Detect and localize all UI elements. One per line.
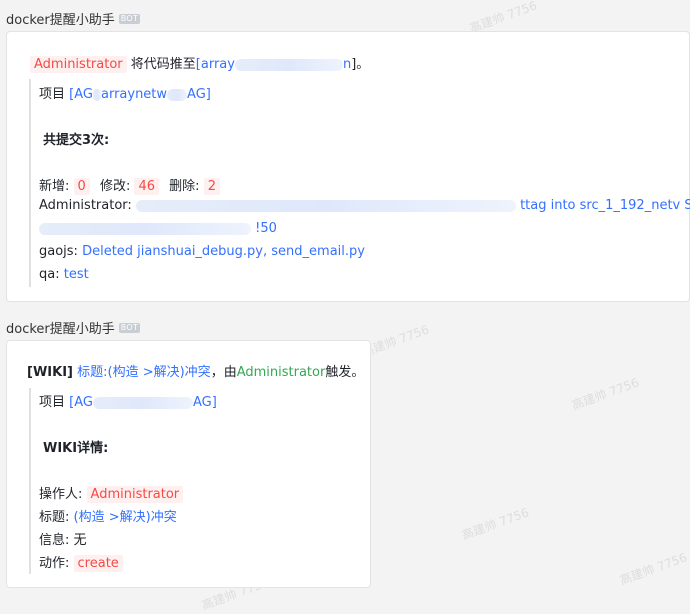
commit-row-1-cont: !50: [39, 221, 277, 236]
by-text: ，由: [210, 365, 237, 380]
title-value-link[interactable]: (构造 >解决)冲突: [74, 510, 177, 525]
actor-tag[interactable]: Administrator: [30, 56, 127, 73]
info-label: 信息:: [39, 533, 70, 548]
project-close: ]: [205, 87, 211, 102]
commit-row-3: qa: test: [39, 267, 89, 282]
repo-prefix: array: [200, 57, 235, 72]
commit-row-2: gaojs: Deleted jianshuai_debug.py, send_…: [39, 244, 365, 259]
message-1: docker提醒小助手 BOT: [6, 9, 141, 28]
action-value: create: [73, 555, 123, 572]
wiki-header: [WIKI] 标题:(构造 >解决)冲突，由Administrator触发。: [27, 361, 364, 380]
project-link[interactable]: [AG AG]: [69, 395, 217, 410]
project-suffix: AG: [187, 87, 206, 102]
wiki-tag: [WIKI]: [27, 365, 73, 380]
redacted-block: [92, 396, 193, 409]
commit-link[interactable]: test: [64, 267, 89, 282]
watermark: 高建帅 7756: [569, 375, 641, 413]
message-2: docker提醒小助手 BOT: [6, 318, 141, 337]
info-value: 无: [73, 533, 87, 548]
action-label: 动作:: [39, 556, 70, 571]
deleted-count: 2: [203, 178, 220, 195]
sender-name[interactable]: docker提醒小助手 BOT: [6, 318, 141, 337]
bot-badge: BOT: [118, 13, 141, 24]
message-card-1: Administrator 将代码推至[array n]。 项目 [AG array…: [6, 31, 690, 302]
info-line: 信息: 无: [39, 529, 87, 548]
title-label: 标题:: [39, 510, 70, 525]
redacted-block: [234, 58, 343, 71]
project-line: 项目 [AG arraynetw AG]: [39, 83, 211, 102]
watermark: 高建帅 7756: [617, 550, 689, 588]
redacted-block: [167, 88, 188, 101]
operator-label: 操作人:: [39, 487, 83, 502]
commit-author: Administrator:: [39, 198, 132, 213]
stats-line: 新增: 0 修改: 46 删除: 2: [39, 175, 220, 195]
added-count: 0: [73, 178, 90, 195]
redacted-block: [92, 88, 101, 101]
actor-name[interactable]: Administrator: [237, 365, 326, 380]
watermark: 高建帅 7756: [459, 505, 531, 543]
deleted-label: 删除:: [169, 179, 200, 194]
wiki-title-link[interactable]: 标题:(构造 >解决)冲突: [77, 365, 211, 380]
quote-bar: [29, 79, 31, 287]
commit-author: qa:: [39, 267, 60, 282]
quote-bar: [29, 388, 31, 574]
project-prefix: AG: [74, 395, 93, 410]
sender-label: docker提醒小助手: [6, 322, 115, 337]
redacted-block: [39, 222, 251, 235]
trigger-text: 触发。: [325, 365, 365, 380]
push-text: 将代码推至: [130, 57, 196, 72]
bot-badge: BOT: [118, 322, 141, 333]
commit-author: gaojs:: [39, 244, 78, 259]
title-line: 标题: (构造 >解决)冲突: [39, 506, 177, 525]
project-line: 项目 [AG AG]: [39, 391, 217, 410]
project-prefix: AG: [74, 87, 93, 102]
project-close: ]: [211, 395, 217, 410]
project-label: 项目: [39, 87, 66, 102]
message-card-2: [WIKI] 标题:(构造 >解决)冲突，由Administrator触发。 项…: [6, 340, 371, 588]
commit-link-cont[interactable]: !50: [255, 221, 277, 236]
repo-link[interactable]: [array n: [196, 57, 351, 72]
repo-suffix: n: [342, 57, 352, 72]
wiki-details-title: WIKI详情:: [43, 441, 109, 456]
commit-count-title: 共提交3次:: [43, 133, 110, 148]
sender-name[interactable]: docker提醒小助手 BOT: [6, 9, 141, 28]
project-mid: arraynetw: [100, 87, 168, 102]
bracket-close: ]。: [351, 57, 370, 72]
modified-label: 修改:: [99, 179, 131, 194]
sender-label: docker提醒小助手: [6, 13, 115, 28]
push-header: Administrator 将代码推至[array n]。: [30, 53, 370, 73]
action-line: 动作: create: [39, 552, 123, 572]
operator-line: 操作人: Administrator: [39, 483, 184, 503]
modified-count: 46: [134, 178, 160, 195]
commit-row-1: Administrator: ttag into src_1_192_netv …: [39, 198, 690, 213]
added-label: 新增:: [39, 179, 70, 194]
operator-value[interactable]: Administrator: [86, 486, 184, 503]
commit-link[interactable]: ttag into src_1_192_netv S: [520, 198, 690, 213]
project-suffix: AG: [192, 395, 212, 410]
project-link[interactable]: [AG arraynetw AG]: [69, 87, 211, 102]
project-label: 项目: [39, 395, 66, 410]
redacted-block: [135, 199, 516, 212]
commit-link[interactable]: Deleted jianshuai_debug.py, send_email.p…: [82, 244, 365, 259]
